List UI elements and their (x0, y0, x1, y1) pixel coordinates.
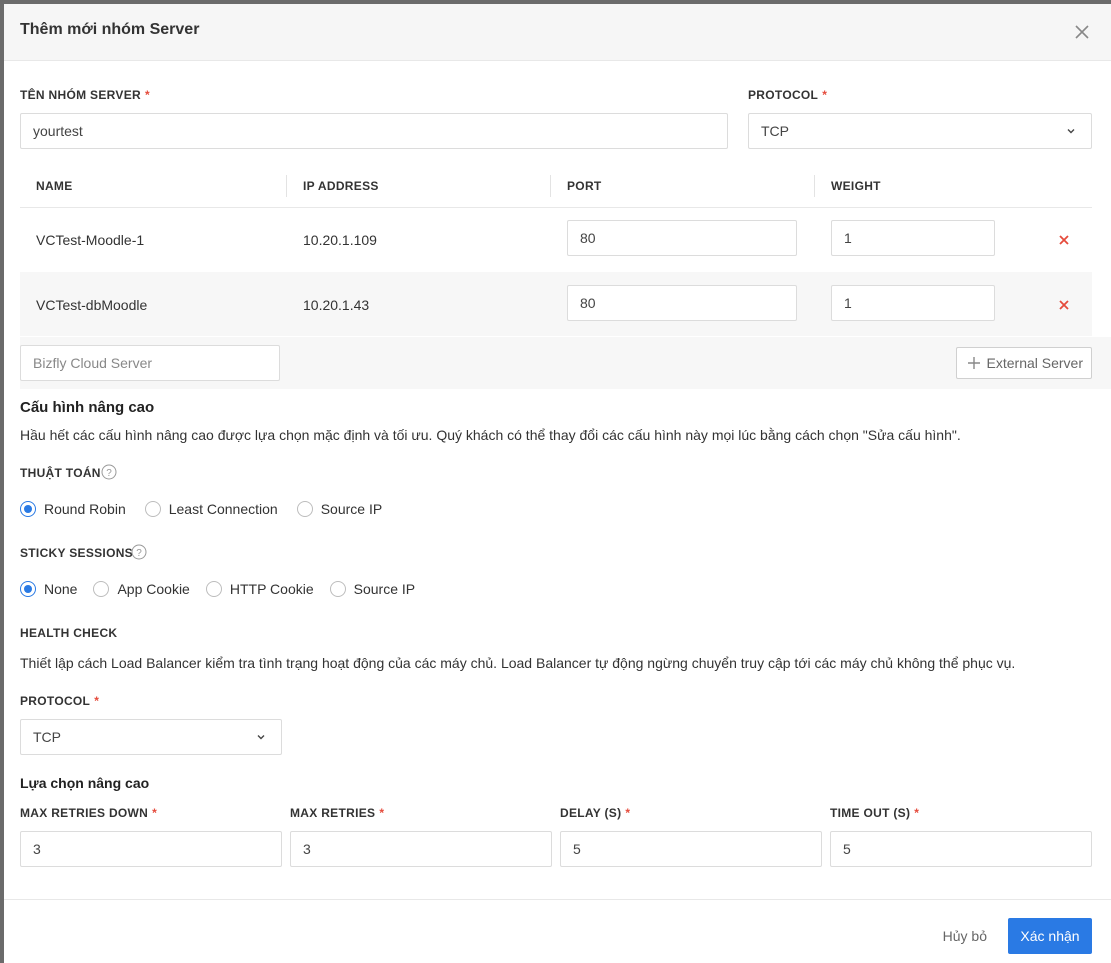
timeout-label: TIME OUT (S) * (830, 806, 920, 820)
server-row: VCTest-dbMoodle 10.20.1.43 (20, 272, 1092, 336)
server-name: VCTest-dbMoodle (36, 297, 148, 313)
protocol-select[interactable]: TCP (748, 113, 1092, 149)
confirm-button[interactable]: Xác nhận (1008, 918, 1092, 954)
weight-input[interactable] (831, 285, 995, 321)
server-name: VCTest-Moodle-1 (36, 232, 145, 248)
server-row: VCTest-Moodle-1 10.20.1.109 (20, 208, 1092, 272)
modal-header: Thêm mới nhóm Server (4, 4, 1111, 61)
sticky-sessions-label: STICKY SESSIONS (20, 546, 133, 560)
help-circle-icon[interactable]: ? (101, 464, 117, 480)
delay-input[interactable] (560, 831, 822, 867)
group-name-label: TÊN NHÓM SERVER * (20, 88, 150, 102)
col-weight-header: WEIGHT (814, 175, 881, 197)
max-retries-down-input[interactable] (20, 831, 282, 867)
radio-label: None (44, 581, 78, 597)
external-server-button[interactable]: External Server (955, 347, 1092, 379)
max-retries-label: MAX RETRIES * (290, 806, 385, 820)
sticky-app-cookie[interactable]: App Cookie (93, 581, 190, 597)
radio-unchecked (329, 581, 346, 597)
port-input[interactable] (567, 220, 797, 256)
protocol-select-value: TCP (761, 123, 789, 139)
server-ip: 10.20.1.109 (303, 232, 377, 248)
help-circle-icon[interactable]: ? (131, 544, 147, 560)
timeout-input[interactable] (830, 831, 1092, 867)
algorithm-round-robin[interactable]: Round Robin (20, 501, 126, 517)
sticky-http-cookie[interactable]: HTTP Cookie (205, 581, 314, 597)
sticky-radio-group: None App Cookie HTTP Cookie Source IP (20, 581, 431, 597)
health-protocol-select[interactable]: TCP (20, 719, 282, 755)
radio-label: Source IP (320, 501, 383, 517)
remove-x-icon[interactable] (1057, 298, 1071, 312)
sticky-source-ip[interactable]: Source IP (329, 581, 416, 597)
plus-icon (967, 357, 980, 369)
chevron-down-icon (257, 735, 265, 740)
remove-x-icon[interactable] (1057, 233, 1071, 247)
sticky-none[interactable]: None (20, 581, 77, 597)
add-server-bar: External Server (20, 337, 1111, 389)
group-name-input[interactable] (20, 113, 728, 149)
algorithm-source-ip[interactable]: Source IP (296, 501, 383, 517)
modal-title: Thêm mới nhóm Server (20, 21, 200, 38)
radio-unchecked (93, 581, 110, 597)
col-name-header: NAME (36, 179, 73, 193)
health-check-desc: Thiết lập cách Load Balancer kiểm tra tì… (20, 655, 1016, 671)
radio-label: Least Connection (168, 501, 278, 517)
health-protocol-value: TCP (33, 729, 61, 745)
cancel-button[interactable]: Hủy bỏ (943, 918, 987, 954)
advanced-title: Cấu hình nâng cao (20, 399, 155, 416)
radio-checked (20, 501, 36, 517)
svg-text:?: ? (136, 548, 142, 559)
radio-unchecked (144, 501, 161, 517)
algorithm-label: THUẬT TOÁN (20, 466, 101, 480)
max-retries-input[interactable] (290, 831, 552, 867)
radio-checked (20, 581, 36, 597)
server-table-header: NAME IP ADDRESS PORT WEIGHT (20, 170, 1092, 208)
svg-text:?: ? (106, 468, 112, 479)
advanced-options-title: Lựa chọn nâng cao (20, 775, 150, 791)
protocol-label: PROTOCOL * (748, 88, 828, 102)
col-port-header: PORT (550, 175, 602, 197)
delay-label: DELAY (S) * (560, 806, 631, 820)
health-protocol-label: PROTOCOL * (20, 694, 100, 708)
close-icon[interactable] (1071, 21, 1093, 43)
port-input[interactable] (567, 285, 797, 321)
weight-input[interactable] (831, 220, 995, 256)
radio-label: HTTP Cookie (229, 581, 314, 597)
max-retries-down-label: MAX RETRIES DOWN * (20, 806, 158, 820)
radio-label: App Cookie (117, 581, 190, 597)
radio-label: Source IP (353, 581, 416, 597)
cloud-server-search-input[interactable] (20, 345, 280, 381)
health-check-title: HEALTH CHECK (20, 626, 118, 640)
add-server-group-modal: Thêm mới nhóm Server TÊN NHÓM SERVER* PR… (4, 4, 1111, 963)
col-ip-header: IP ADDRESS (286, 175, 379, 197)
modal-footer: Hủy bỏ Xác nhận (4, 899, 1111, 963)
advanced-desc: Hầu hết các cấu hình nâng cao được lựa c… (20, 427, 961, 443)
server-ip: 10.20.1.43 (303, 297, 370, 313)
external-server-label: External Server (986, 355, 1083, 371)
chevron-down-icon (1067, 129, 1075, 134)
radio-unchecked (296, 501, 313, 517)
algorithm-least-connection[interactable]: Least Connection (144, 501, 278, 517)
radio-unchecked (205, 581, 222, 597)
radio-label: Round Robin (44, 501, 126, 517)
algorithm-radio-group: Round Robin Least Connection Source IP (20, 501, 398, 517)
